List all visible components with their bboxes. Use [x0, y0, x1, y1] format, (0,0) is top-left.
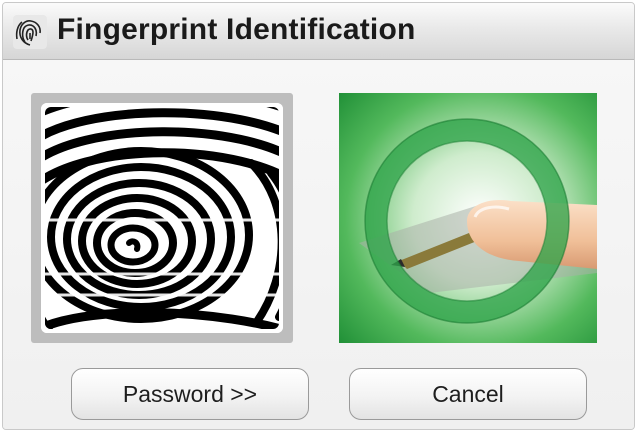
- finger-sensor-illustration: [339, 93, 597, 343]
- password-button[interactable]: Password >>: [71, 368, 309, 420]
- fingerprint-scan-frame: [31, 93, 293, 343]
- fingerprint-dialog: Fingerprint Identification Password >> C…: [2, 2, 635, 430]
- finger-on-sensor-graphic: [339, 93, 597, 343]
- fingerprint-scan-image: [41, 103, 283, 333]
- fingerprint-icon: [13, 15, 47, 49]
- cancel-button[interactable]: Cancel: [349, 368, 587, 420]
- title-bar[interactable]: Fingerprint Identification: [3, 3, 634, 60]
- window-title: Fingerprint Identification: [57, 13, 416, 46]
- fingerprint-scan-graphic: [41, 103, 283, 333]
